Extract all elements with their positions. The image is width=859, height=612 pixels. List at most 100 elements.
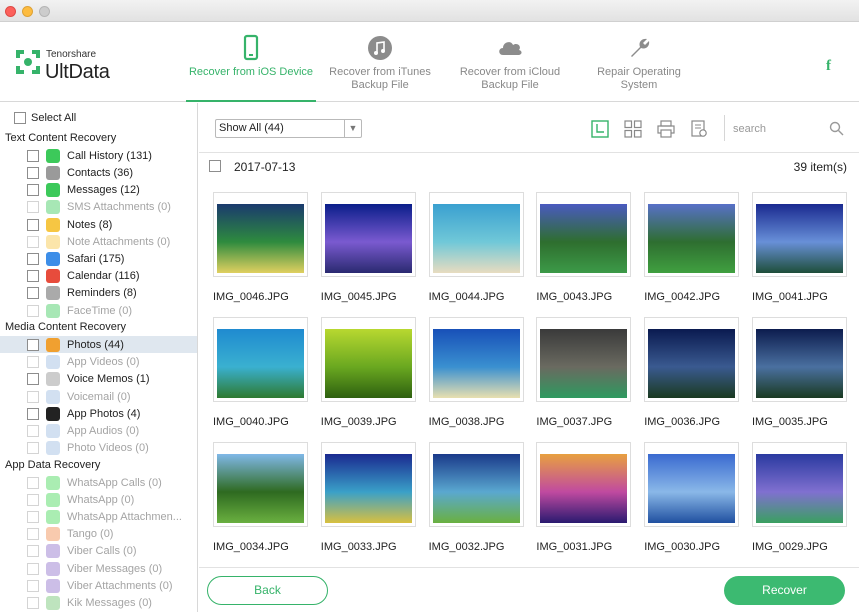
item-checkbox[interactable]	[27, 562, 39, 575]
tab-recover-from-icloud[interactable]: Recover from iCloud Backup File	[452, 22, 568, 102]
item-checkbox[interactable]	[27, 270, 39, 283]
photo-thumbnail[interactable]	[536, 442, 632, 527]
voicemail-icon	[46, 389, 60, 404]
sidebar-item[interactable]: Photos (44)	[0, 336, 197, 354]
sidebar-item[interactable]: WhatsApp (0)	[0, 491, 197, 508]
phone-call-icon	[46, 148, 60, 163]
item-checkbox[interactable]	[27, 510, 39, 523]
sidebar-item[interactable]: Contacts (36)	[0, 164, 197, 181]
photo-thumbnail[interactable]	[213, 442, 308, 527]
tab-recover-from-itunes[interactable]: Recover from iTunes Backup File	[322, 22, 438, 102]
photo-thumbnail[interactable]	[213, 192, 308, 277]
item-checkbox[interactable]	[27, 356, 39, 369]
sidebar-item-label: SMS Attachments (0)	[67, 201, 171, 214]
photo-thumbnail[interactable]	[644, 317, 740, 402]
item-checkbox[interactable]	[27, 424, 39, 437]
sidebar-item[interactable]: Safari (175)	[0, 250, 197, 267]
photo-thumbnail[interactable]	[752, 192, 847, 277]
item-checkbox[interactable]	[27, 579, 39, 592]
item-checkbox[interactable]	[27, 596, 39, 609]
ultdata-logo-icon	[16, 50, 40, 74]
search-input[interactable]: search	[733, 123, 766, 135]
sidebar-item[interactable]: Photo Videos (0)	[0, 440, 197, 457]
sidebar-item[interactable]: App Photos (4)	[0, 405, 197, 422]
close-window-button[interactable]	[5, 6, 16, 17]
item-checkbox[interactable]	[27, 218, 39, 231]
sidebar-item-label: Note Attachments (0)	[67, 235, 171, 248]
date-group-checkbox[interactable]	[209, 160, 221, 172]
item-checkbox[interactable]	[27, 252, 39, 265]
photo-thumbnail[interactable]	[428, 317, 524, 402]
item-checkbox[interactable]	[27, 493, 39, 506]
item-checkbox[interactable]	[27, 545, 39, 558]
photo-thumbnail[interactable]	[320, 192, 416, 277]
sidebar-item-label: Tango (0)	[67, 528, 114, 541]
timeline-view-icon[interactable]	[591, 120, 609, 138]
photo-thumbnail[interactable]	[536, 192, 632, 277]
photo-thumbnail[interactable]	[644, 192, 740, 277]
select-all-checkbox[interactable]	[14, 111, 26, 124]
viber-icon	[46, 544, 60, 559]
photo-thumbnail[interactable]	[536, 317, 632, 402]
sidebar-item-label: Messages (12)	[67, 184, 140, 197]
photo-thumbnail[interactable]	[320, 442, 416, 527]
item-checkbox[interactable]	[27, 184, 39, 197]
photo-thumbnail[interactable]	[644, 442, 740, 527]
photo-thumbnail[interactable]	[428, 192, 524, 277]
item-checkbox[interactable]	[27, 235, 39, 248]
photo-thumbnail[interactable]	[320, 317, 416, 402]
sidebar-item[interactable]: Reminders (8)	[0, 285, 197, 302]
back-button[interactable]: Back	[207, 576, 328, 605]
photo-thumbnail[interactable]	[428, 442, 524, 527]
sidebar-item[interactable]: Kik Messages (0)	[0, 594, 197, 611]
sidebar-item[interactable]: Voicemail (0)	[0, 388, 197, 405]
sidebar-item[interactable]: Notes (8)	[0, 216, 197, 233]
item-checkbox[interactable]	[27, 373, 39, 386]
item-checkbox[interactable]	[27, 390, 39, 403]
item-checkbox[interactable]	[27, 304, 39, 317]
item-checkbox[interactable]	[27, 201, 39, 214]
tab-recover-from-ios-device[interactable]: Recover from iOS Device	[186, 22, 316, 102]
sidebar-item[interactable]: Messages (12)	[0, 182, 197, 199]
sidebar-item[interactable]: Calendar (116)	[0, 268, 197, 285]
select-all-row[interactable]: Select All	[0, 109, 197, 126]
photo-filename: IMG_0036.JPG	[644, 416, 721, 428]
sidebar-item[interactable]: App Videos (0)	[0, 354, 197, 371]
photo-thumbnail[interactable]	[213, 317, 308, 402]
notes-icon	[46, 217, 60, 232]
filter-dropdown[interactable]: Show All (44) ▼	[215, 119, 362, 138]
item-checkbox[interactable]	[27, 287, 39, 300]
print-icon[interactable]	[657, 120, 675, 138]
item-checkbox[interactable]	[27, 338, 39, 351]
search-icon[interactable]	[829, 121, 844, 136]
facebook-icon[interactable]: f	[826, 58, 831, 75]
sidebar-item[interactable]: FaceTime (0)	[0, 302, 197, 319]
photo-image	[432, 204, 520, 273]
item-checkbox[interactable]	[27, 528, 39, 541]
item-checkbox[interactable]	[27, 149, 39, 162]
photo-thumbnail[interactable]	[752, 317, 847, 402]
grid-view-icon[interactable]	[624, 120, 642, 138]
sidebar-item[interactable]: Tango (0)	[0, 526, 197, 543]
export-settings-icon[interactable]	[690, 120, 708, 138]
sidebar-item[interactable]: Viber Attachments (0)	[0, 577, 197, 594]
sidebar-item[interactable]: Call History (131)	[0, 147, 197, 164]
sidebar-item[interactable]: WhatsApp Attachmen...	[0, 508, 197, 525]
sidebar-item[interactable]: Note Attachments (0)	[0, 233, 197, 250]
sidebar-item[interactable]: Viber Messages (0)	[0, 560, 197, 577]
sms-attachment-icon	[46, 200, 60, 215]
recover-button[interactable]: Recover	[724, 576, 845, 605]
minimize-window-button[interactable]	[22, 6, 33, 17]
item-checkbox[interactable]	[27, 476, 39, 489]
sidebar-item[interactable]: App Audios (0)	[0, 422, 197, 439]
tab-repair-operating-system[interactable]: Repair Operating System	[586, 22, 692, 102]
zoom-window-button[interactable]	[39, 6, 50, 17]
photo-thumbnail[interactable]	[752, 442, 847, 527]
sidebar-item[interactable]: Voice Memos (1)	[0, 371, 197, 388]
item-checkbox[interactable]	[27, 407, 39, 420]
item-checkbox[interactable]	[27, 166, 39, 179]
item-checkbox[interactable]	[27, 442, 39, 455]
sidebar-item[interactable]: WhatsApp Calls (0)	[0, 474, 197, 491]
sidebar-item[interactable]: Viber Calls (0)	[0, 543, 197, 560]
sidebar-item[interactable]: SMS Attachments (0)	[0, 199, 197, 216]
